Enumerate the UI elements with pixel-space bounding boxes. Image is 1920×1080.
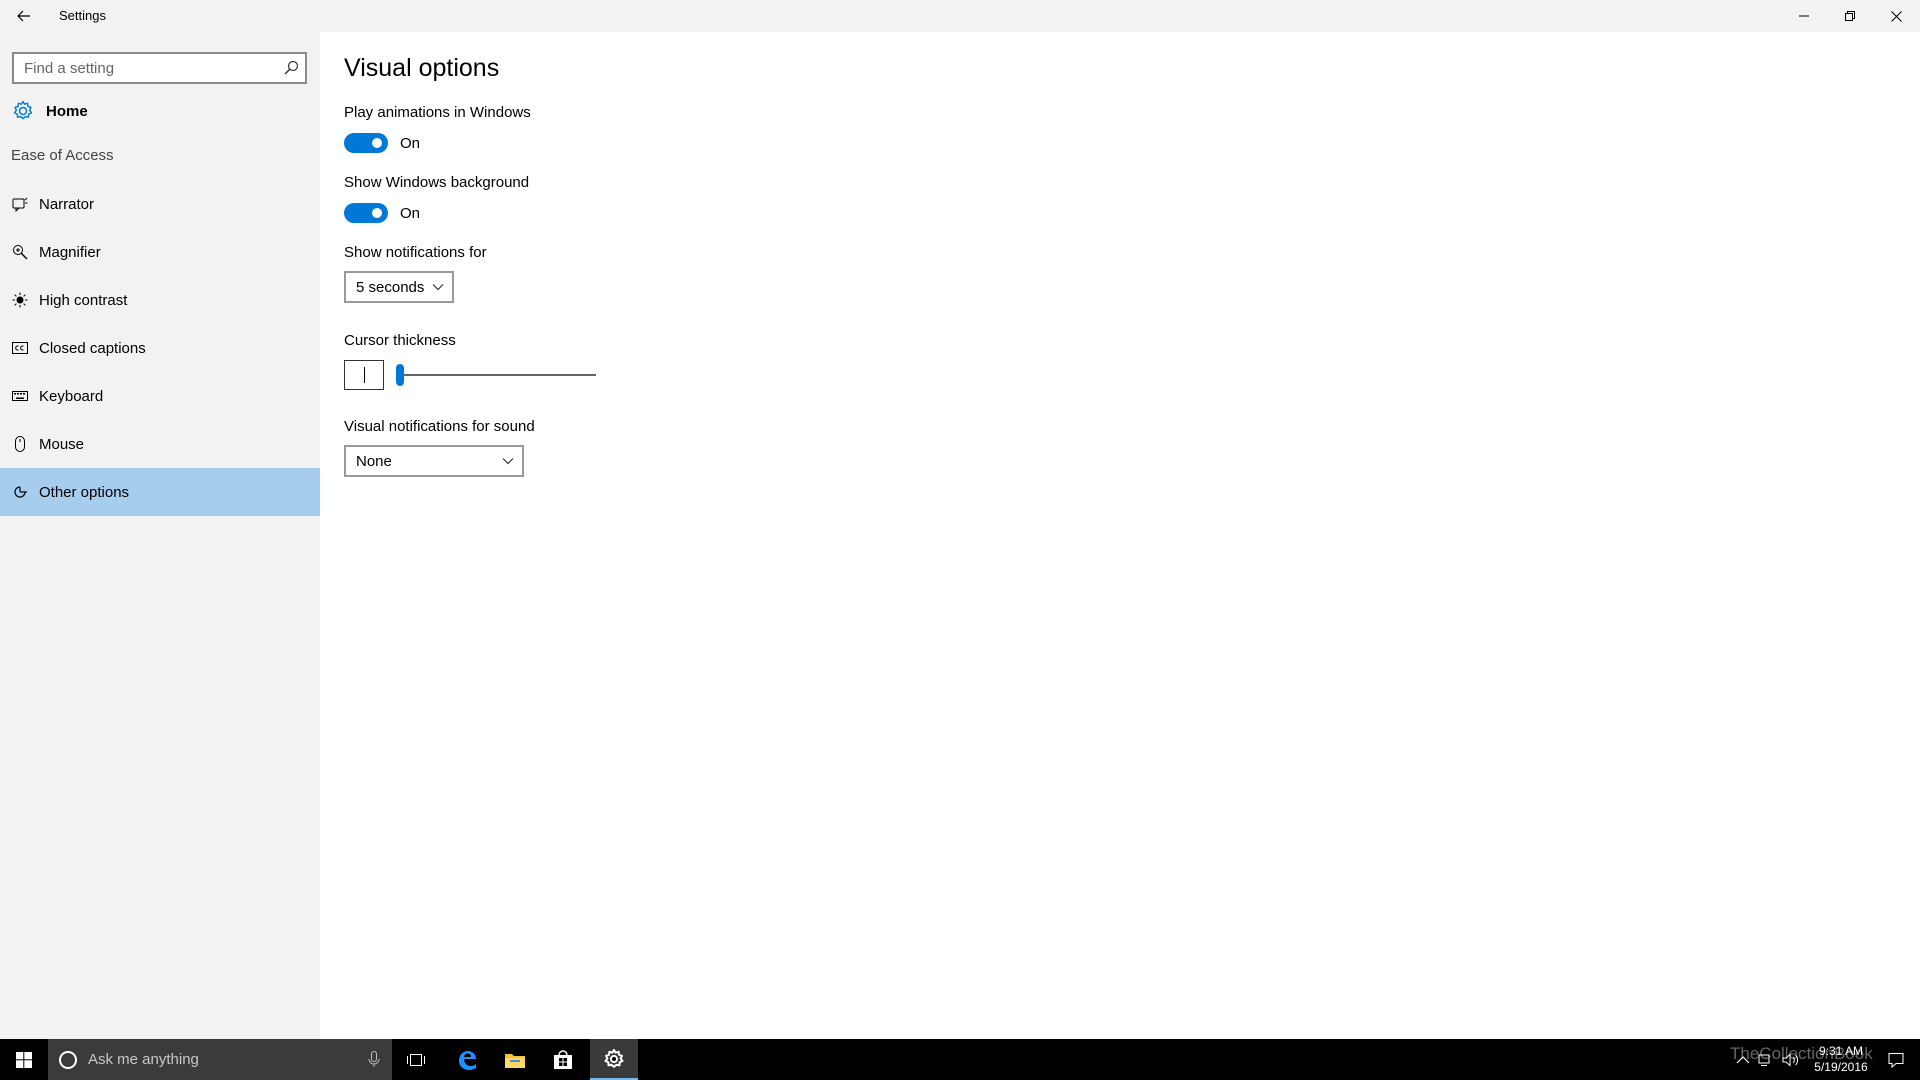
toggle-state: On	[400, 134, 421, 152]
clock[interactable]: 9:31 AM 5/19/2016	[1806, 1043, 1876, 1075]
network-icon[interactable]	[1758, 1053, 1774, 1067]
gear-icon	[13, 100, 33, 120]
toggle-knob	[372, 208, 382, 218]
close-icon	[1890, 10, 1902, 22]
search-icon	[284, 60, 299, 75]
edge-browser-button[interactable]	[443, 1039, 491, 1080]
background-label: Show Windows background	[344, 174, 530, 191]
main-content: Visual options Play animations in Window…	[320, 32, 1920, 1039]
toggle-state: On	[400, 204, 421, 222]
magnifier-icon	[12, 244, 28, 260]
close-button[interactable]	[1873, 0, 1919, 32]
task-view-icon	[407, 1053, 425, 1066]
background-toggle[interactable]: On	[344, 203, 420, 223]
start-button[interactable]	[0, 1039, 48, 1080]
sidebar-item-high-contrast[interactable]: High contrast	[0, 276, 320, 324]
sidebar-item-label: Keyboard	[39, 387, 104, 405]
cursor-preview-bar	[363, 367, 365, 383]
sound-notifications-value: None	[356, 452, 392, 470]
search-input[interactable]	[14, 59, 274, 77]
sidebar-item-label: Closed captions	[39, 339, 146, 357]
task-view-button[interactable]	[392, 1039, 440, 1080]
chevron-up-icon[interactable]	[1736, 1055, 1750, 1065]
folder-icon	[505, 1053, 525, 1068]
windows-logo-icon	[16, 1051, 32, 1068]
chevron-down-icon	[502, 458, 514, 465]
edge-icon	[459, 1050, 476, 1070]
sidebar: Home Ease of Access Narrator Magnifier H…	[0, 32, 320, 1039]
sidebar-item-label: High contrast	[39, 291, 128, 309]
sidebar-item-closed-captions[interactable]: Closed captions	[0, 324, 320, 372]
toggle-knob	[372, 138, 382, 148]
home-link[interactable]: Home	[12, 96, 88, 126]
cortana-icon	[59, 1050, 77, 1069]
notifications-value: 5 seconds	[356, 278, 425, 296]
system-tray	[1736, 1039, 1800, 1080]
cursor-thickness-label: Cursor thickness	[344, 332, 456, 349]
minimize-icon	[1799, 15, 1809, 17]
file-explorer-button[interactable]	[491, 1039, 539, 1080]
closed-captions-icon	[12, 340, 28, 356]
sidebar-item-narrator[interactable]: Narrator	[0, 180, 320, 228]
action-center-button[interactable]	[1878, 1039, 1914, 1080]
high-contrast-icon	[12, 292, 28, 308]
sidebar-item-other-options[interactable]: Other options	[0, 468, 320, 516]
cortana-search-placeholder: Ask me anything	[88, 1051, 199, 1068]
cursor-thickness-slider[interactable]	[396, 363, 596, 387]
animations-toggle[interactable]: On	[344, 133, 420, 153]
clock-date: 5/19/2016	[1814, 1060, 1868, 1074]
other-options-icon	[12, 484, 28, 500]
title-bar: Settings	[0, 0, 1920, 32]
mouse-icon	[12, 436, 28, 452]
narrator-icon	[12, 196, 28, 212]
restore-button[interactable]	[1827, 0, 1873, 32]
notifications-label: Show notifications for	[344, 244, 487, 261]
volume-icon[interactable]	[1782, 1052, 1800, 1067]
minimize-button[interactable]	[1781, 0, 1827, 32]
page-title: Visual options	[344, 54, 500, 82]
cortana-search-box[interactable]: Ask me anything	[48, 1039, 392, 1080]
settings-gear-icon	[604, 1048, 624, 1068]
animations-label: Play animations in Windows	[344, 104, 531, 121]
cursor-preview	[344, 360, 384, 390]
store-icon	[554, 1049, 572, 1069]
sidebar-item-keyboard[interactable]: Keyboard	[0, 372, 320, 420]
section-heading: Ease of Access	[11, 147, 114, 164]
chevron-down-icon	[432, 284, 444, 291]
home-label: Home	[46, 102, 88, 120]
store-button[interactable]	[539, 1039, 587, 1080]
sound-notifications-label: Visual notifications for sound	[344, 418, 535, 435]
window-title: Settings	[59, 8, 106, 23]
sound-notifications-dropdown[interactable]: None	[344, 445, 524, 477]
settings-app-button[interactable]	[590, 1039, 638, 1080]
back-button[interactable]	[8, 0, 40, 32]
taskbar: Ask me anything TheCollectionBook 9:31 A…	[0, 1039, 1920, 1080]
slider-thumb[interactable]	[396, 364, 404, 386]
sidebar-item-magnifier[interactable]: Magnifier	[0, 228, 320, 276]
clock-time: 9:31 AM	[1818, 1044, 1864, 1058]
microphone-icon[interactable]	[368, 1051, 380, 1068]
keyboard-icon	[12, 388, 28, 404]
toggle-switch[interactable]	[344, 133, 388, 153]
search-box[interactable]	[12, 52, 307, 84]
sidebar-item-label: Other options	[39, 483, 130, 501]
toggle-switch[interactable]	[344, 203, 388, 223]
sidebar-item-mouse[interactable]: Mouse	[0, 420, 320, 468]
notifications-dropdown[interactable]: 5 seconds	[344, 271, 454, 303]
notification-icon	[1888, 1052, 1904, 1068]
slider-track	[396, 374, 596, 376]
sidebar-item-label: Magnifier	[39, 243, 101, 261]
back-arrow-icon	[17, 10, 30, 22]
restore-icon	[1845, 11, 1855, 21]
sidebar-item-label: Mouse	[39, 435, 85, 453]
sidebar-item-label: Narrator	[39, 195, 95, 213]
